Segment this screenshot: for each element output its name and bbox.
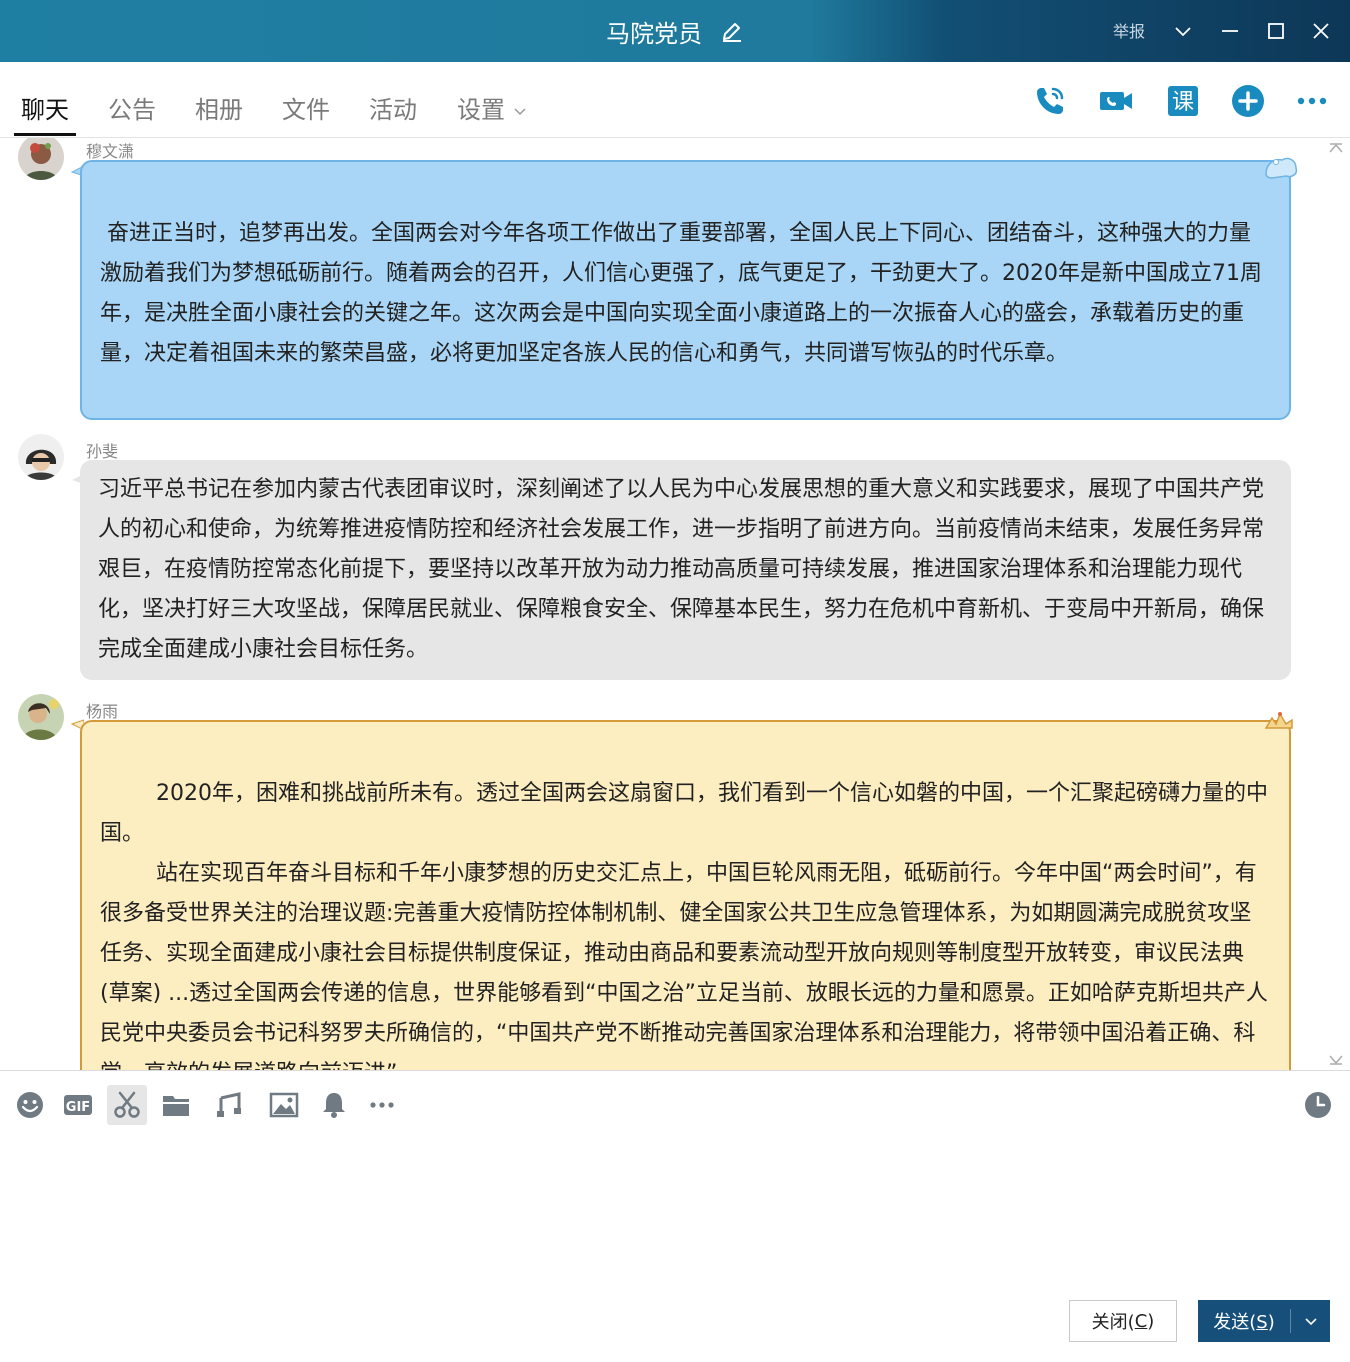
gif-label: GIF (66, 1100, 90, 1115)
tab-settings[interactable]: 设置 (457, 90, 527, 125)
file-button[interactable] (156, 1085, 196, 1125)
send-button-accel: S (1256, 1312, 1268, 1333)
video-call-button[interactable] (1097, 82, 1135, 120)
scroll-down-icon[interactable] (1328, 1054, 1344, 1066)
sender-name: 孙斐 (86, 442, 119, 461)
avatar-image (18, 694, 64, 740)
chat-history[interactable]: 穆文潇 奋进正当时，追梦再出发。全国两会对今年各项工作做出了重要部署，全国人民上… (0, 138, 1350, 1070)
image-icon (269, 1092, 299, 1118)
send-button[interactable]: 发送(S) (1198, 1300, 1330, 1342)
message-input-area[interactable]: GIF 关闭(C) 发送(S) (0, 1070, 1350, 1362)
scroll-up-icon[interactable] (1328, 142, 1344, 154)
phone-icon (1037, 87, 1064, 114)
music-button[interactable] (210, 1085, 250, 1125)
tab-settings-label: 设置 (457, 96, 505, 124)
message-bubble: 习近平总书记在参加内蒙古代表团审议时，深刻阐述了以人民为中心发展思想的重大意义和… (80, 460, 1291, 680)
music-icon (217, 1092, 241, 1117)
voice-call-button[interactable] (1031, 82, 1069, 120)
history-icon (1305, 1092, 1331, 1118)
tab-chat[interactable]: 聊天 (21, 90, 69, 125)
avatar-image (18, 138, 64, 180)
bell-icon (323, 1093, 345, 1118)
more-options-button[interactable] (1293, 82, 1331, 120)
send-button-tail: ) (1267, 1312, 1275, 1333)
avatar[interactable] (18, 434, 64, 480)
title-bar: 马院党员 举报 (0, 0, 1350, 62)
sender-name: 穆文潇 (86, 142, 135, 161)
tab-files[interactable]: 文件 (282, 90, 330, 125)
tab-announcement[interactable]: 公告 (108, 90, 156, 125)
send-button-label-group: 发送(S) (1198, 1308, 1290, 1334)
send-button-label: 发送( (1213, 1312, 1257, 1333)
screenshot-button[interactable] (107, 1085, 147, 1125)
more-tools-button[interactable] (362, 1085, 402, 1125)
image-button[interactable] (264, 1085, 304, 1125)
avatar-image (18, 434, 64, 480)
add-icon (1232, 85, 1264, 117)
message-bubble: 2020年，困难和挑战前所未有。透过全国两会这扇窗口，我们看到一个信心如磐的中国… (80, 720, 1291, 1070)
window-title: 马院党员 (606, 20, 703, 48)
window-title-group: 马院党员 (0, 14, 1350, 49)
emoji-button[interactable] (10, 1085, 50, 1125)
chevron-down-icon (1175, 27, 1191, 37)
minimize-button[interactable] (1213, 14, 1247, 48)
video-call-icon (1100, 92, 1132, 110)
screenshot-icon (114, 1091, 140, 1118)
report-link[interactable]: 举报 (1113, 18, 1145, 42)
close-button-accel: C (1134, 1310, 1148, 1332)
close-button-tail: ) (1147, 1310, 1155, 1332)
add-app-button[interactable] (1229, 82, 1267, 120)
minimize-icon (1222, 30, 1238, 32)
active-tab-indicator (14, 133, 76, 136)
class-icon-text: 课 (1172, 90, 1194, 115)
chevron-down-icon (514, 108, 526, 116)
tab-bar: 聊天 公告 相册 文件 活动 设置 课 (0, 62, 1350, 138)
send-options-dropdown[interactable] (1291, 1314, 1330, 1328)
bubble-decoration-icon (1265, 157, 1298, 179)
chevron-down-icon (1304, 1318, 1317, 1326)
tab-album[interactable]: 相册 (195, 90, 243, 125)
maximize-icon (1268, 23, 1284, 39)
maximize-button[interactable] (1259, 14, 1293, 48)
class-icon: 课 (1168, 86, 1198, 116)
tab-activity[interactable]: 活动 (369, 90, 417, 125)
folder-icon (163, 1096, 189, 1116)
close-button-label: 关闭( (1091, 1312, 1135, 1333)
more-icon (370, 1102, 394, 1108)
dropdown-button[interactable] (1166, 14, 1200, 48)
close-window-button[interactable] (1304, 14, 1338, 48)
gif-icon: GIF (64, 1095, 92, 1115)
sender-name: 杨雨 (86, 702, 119, 721)
edit-icon[interactable] (720, 20, 744, 44)
message-bubble: 奋进正当时，追梦再出发。全国两会对今年各项工作做出了重要部署，全国人民上下同心、… (80, 160, 1291, 420)
history-button[interactable] (1298, 1085, 1338, 1125)
gif-button[interactable]: GIF (58, 1085, 98, 1125)
class-button[interactable]: 课 (1164, 82, 1202, 120)
close-icon (1313, 23, 1329, 39)
avatar[interactable] (18, 694, 64, 740)
reminder-button[interactable] (314, 1085, 354, 1125)
more-icon (1297, 97, 1327, 105)
close-button[interactable]: 关闭(C) (1069, 1300, 1177, 1342)
emoji-icon (17, 1092, 43, 1118)
bubble-decoration-icon (1264, 712, 1293, 729)
avatar[interactable] (18, 138, 64, 180)
